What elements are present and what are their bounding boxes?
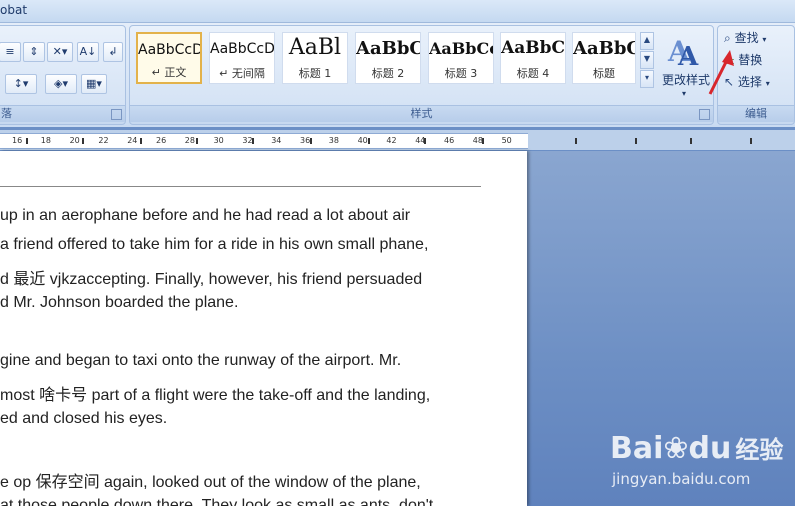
ruler-number: 50 <box>501 136 512 145</box>
style-tile-heading-1[interactable]: AaBl 标题 1 <box>282 32 348 84</box>
paragraph-spacing-button[interactable]: ↕▾ <box>5 74 37 94</box>
ruler-number: 22 <box>98 136 109 145</box>
document-text-line: d Mr. Johnson boarded the plane. <box>0 294 239 311</box>
gallery-down-button[interactable]: ▼ <box>640 51 654 69</box>
style-tile-heading-2[interactable]: AaBbC 标题 2 <box>355 32 421 84</box>
tab-stop-mark <box>140 138 142 144</box>
styles-gallery-scroll: ▲ ▼ ▾ <box>640 32 654 88</box>
annotation-arrow-icon <box>708 50 734 95</box>
ruler-number: 26 <box>156 136 167 145</box>
style-preview: AaBbCc <box>429 39 493 58</box>
tab-stop-mark <box>252 138 254 144</box>
window-title: obat <box>0 3 28 17</box>
tab-stop-mark <box>310 138 312 144</box>
tab-stop-mark <box>635 138 637 144</box>
style-tile-heading-3[interactable]: AaBbCc 标题 3 <box>428 32 494 84</box>
shading-button[interactable]: ◈▾ <box>45 74 77 94</box>
watermark-brand2: du <box>688 431 732 466</box>
style-name: 标题 3 <box>444 67 478 80</box>
style-preview: AaBl <box>288 35 342 60</box>
paragraph-group: ≡ ⇕ ✕▾ A↓ ↲ ↕▾ ◈▾ ▦▾ 落 <box>0 25 126 125</box>
horizontal-ruler[interactable]: 16 18 20 22 24 26 28 30 32 34 36 38 40 42 44 46 48 50 <box>0 130 795 150</box>
select-label: 选择 <box>737 75 762 89</box>
tab-stop-mark <box>750 138 752 144</box>
paragraph-dialog-launcher[interactable] <box>111 109 122 120</box>
style-tile-no-spacing[interactable]: AaBbCcD ↵ 无间隔 <box>209 32 275 84</box>
chinese-layout-button[interactable]: ✕▾ <box>47 42 73 62</box>
align-distributed-button[interactable]: ≡ <box>0 42 21 62</box>
tab-stop-mark <box>82 138 84 144</box>
style-name: ↵ 无间隔 <box>219 67 265 80</box>
style-name: 标题 4 <box>516 67 550 80</box>
find-button[interactable]: ⌕ 查找 ▾ <box>724 28 766 48</box>
document-text-line: d 最近 vjkzaccepting. Finally, however, hi… <box>0 271 423 288</box>
ruler-number: 16 <box>12 136 23 145</box>
styles-dialog-launcher[interactable] <box>699 109 710 120</box>
tab-stop-mark <box>482 138 484 144</box>
show-marks-button[interactable]: ↲ <box>103 42 123 62</box>
tab-stop-mark <box>575 138 577 144</box>
ruler-number: 20 <box>69 136 80 145</box>
ribbon: ≡ ⇕ ✕▾ A↓ ↲ ↕▾ ◈▾ ▦▾ 落 样式 AaBbCcD ↵ 正文 A… <box>0 23 795 127</box>
styles-group-label: 样式 <box>130 105 713 122</box>
watermark-brand-cn: 经验 <box>735 436 784 464</box>
tab-stop-mark <box>690 138 692 144</box>
ruler-number: 34 <box>271 136 282 145</box>
style-name: 标题 2 <box>371 67 405 80</box>
paragraph-group-label: 落 <box>0 105 125 122</box>
edit-group-label: 编辑 <box>718 105 794 122</box>
borders-button[interactable]: ▦▾ <box>81 74 107 94</box>
ruler-number: 18 <box>40 136 51 145</box>
line-spacing-button[interactable]: ⇕ <box>23 42 45 62</box>
watermark-url: jingyan.baidu.com <box>612 470 751 488</box>
gallery-up-button[interactable]: ▲ <box>640 32 654 50</box>
header-rule <box>0 186 481 187</box>
tab-stop-mark <box>196 138 198 144</box>
ruler-number: 24 <box>127 136 138 145</box>
title-bar: obat <box>0 0 795 23</box>
binoculars-icon: ⌕ <box>724 31 731 45</box>
document-text-line: e op 保存空间 again, looked out of the windo… <box>0 474 421 491</box>
document-text-line: at those people down there. They look as… <box>0 497 434 506</box>
document-text-line: most 啥卡号 part of a flight were the take-… <box>0 387 431 404</box>
svg-text:A: A <box>677 42 699 69</box>
baidu-jingyan-watermark: Bai❀du 经验 jingyan.baidu.com <box>610 430 790 500</box>
style-preview: AaBbC <box>356 38 420 59</box>
tab-stop-mark <box>424 138 426 144</box>
ruler-number: 36 <box>300 136 311 145</box>
ruler-number: 38 <box>328 136 339 145</box>
tab-stop-mark <box>26 138 28 144</box>
style-tile-title[interactable]: AaBbC 标题 <box>572 32 636 84</box>
document-text-line: up in an aerophane before and he had rea… <box>0 207 411 224</box>
style-tile-normal[interactable]: AaBbCcD ↵ 正文 <box>136 32 202 84</box>
document-text-line: a friend offered to take him for a ride … <box>0 236 429 253</box>
style-preview: AaBbC <box>501 38 565 58</box>
find-label: 查找 <box>734 31 759 45</box>
ruler-document-area: 16 18 20 22 24 26 28 30 32 34 36 38 40 42 44 46 48 50 <box>0 133 528 149</box>
ruler-number: 28 <box>184 136 195 145</box>
gallery-more-button[interactable]: ▾ <box>640 70 654 88</box>
style-name: 标题 <box>593 67 615 80</box>
ruler-number: 46 <box>444 136 455 145</box>
style-preview: AaBbC <box>573 38 635 59</box>
style-preview: AaBbCcD <box>210 41 274 57</box>
ruler-number: 42 <box>386 136 397 145</box>
chevron-down-icon: ▾ <box>765 79 770 88</box>
style-preview: AaBbCcD <box>138 42 200 58</box>
chevron-down-icon: ▾ <box>682 89 687 98</box>
tab-stop-mark <box>368 138 370 144</box>
paw-icon: ❀ <box>663 431 689 466</box>
style-name: ↵ 正文 <box>151 66 187 79</box>
style-name: 标题 1 <box>298 67 332 80</box>
document-text-line: ed and closed his eyes. <box>0 410 168 427</box>
replace-label: 替换 <box>738 53 763 67</box>
sort-button[interactable]: A↓ <box>77 42 99 62</box>
ruler-number: 40 <box>357 136 368 145</box>
document-text-line: gine and began to taxi onto the runway o… <box>0 352 402 369</box>
watermark-brand: Bai <box>610 431 664 466</box>
document-page[interactable]: up in an aerophane before and he had rea… <box>0 151 527 506</box>
ruler-number: 30 <box>213 136 224 145</box>
style-tile-heading-4[interactable]: AaBbC 标题 4 <box>500 32 566 84</box>
chevron-down-icon: ▾ <box>762 35 767 44</box>
